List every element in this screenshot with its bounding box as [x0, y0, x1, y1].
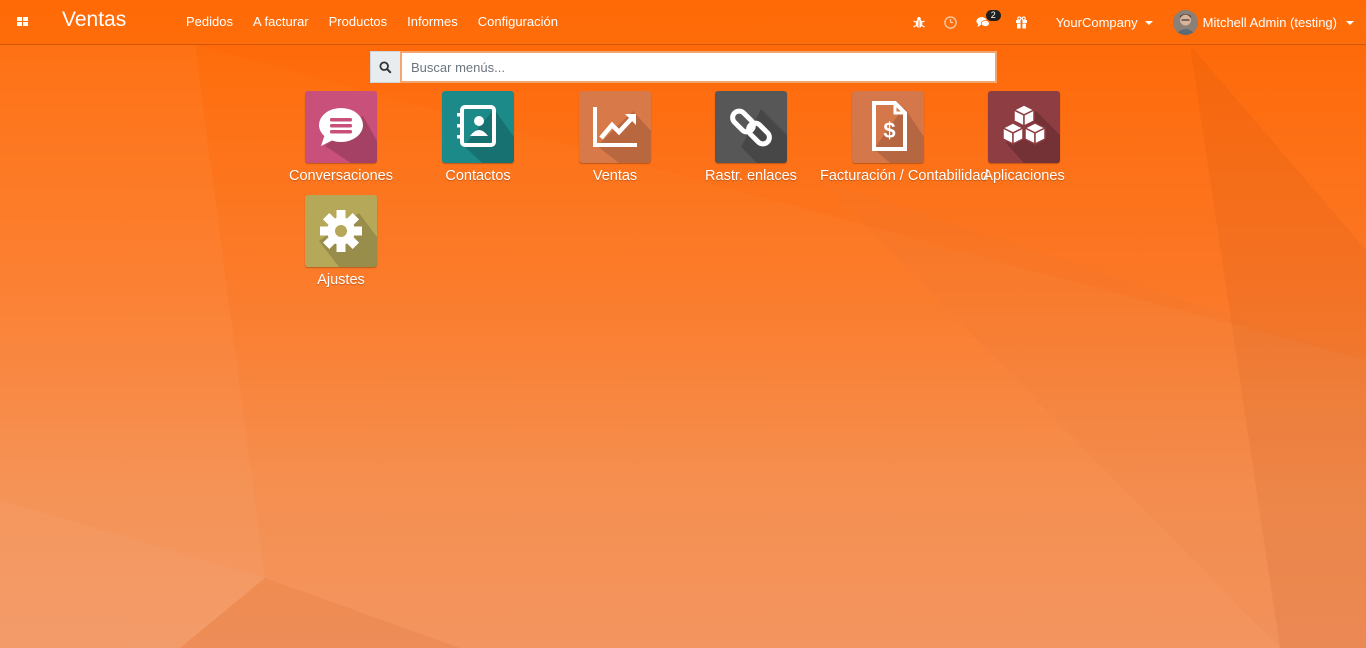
app-icon-tile: $ — [852, 91, 924, 163]
app-icon-tile — [442, 91, 514, 163]
link-icon — [730, 108, 787, 163]
svg-text:$: $ — [883, 118, 895, 143]
trending-chart-icon — [593, 107, 651, 163]
app-aplicaciones[interactable]: Aplicaciones — [956, 91, 1092, 191]
chat-bubble-icon — [319, 108, 377, 163]
app-contactos[interactable]: Contactos — [410, 91, 546, 191]
activity-clock-icon[interactable] — [944, 15, 958, 29]
menu-item-configuracion[interactable]: Configuración — [468, 0, 568, 44]
top-navbar: Ventas Pedidos A facturar Productos Info… — [0, 0, 1366, 45]
app-conversaciones[interactable]: Conversaciones — [273, 91, 409, 191]
app-label: Rastr. enlaces — [705, 168, 797, 184]
caret-down-icon — [1144, 20, 1153, 25]
apps-grid-icon[interactable] — [17, 15, 29, 27]
app-icon-tile — [305, 91, 377, 163]
app-rastr-enlaces[interactable]: Rastr. enlaces — [683, 91, 819, 191]
cubes-icon — [1001, 104, 1060, 163]
menu-search — [370, 51, 997, 83]
app-ajustes[interactable]: Ajustes — [273, 195, 409, 295]
caret-down-icon — [1346, 20, 1354, 25]
app-title[interactable]: Ventas — [62, 8, 126, 32]
app-icon-tile — [305, 195, 377, 267]
app-label: Contactos — [445, 168, 511, 184]
app-label: Conversaciones — [289, 168, 393, 184]
messages-chat-icon[interactable]: 2 — [976, 10, 1001, 29]
invoice-dollar-icon: $ — [872, 101, 924, 163]
menu-item-pedidos[interactable]: Pedidos — [176, 0, 243, 44]
address-book-icon — [457, 105, 514, 163]
search-icon — [370, 51, 400, 83]
app-label: Facturación / Contabilidad — [820, 168, 989, 184]
app-ventas[interactable]: Ventas — [547, 91, 683, 191]
main-menu: Pedidos A facturar Productos Informes Co… — [176, 0, 568, 44]
systray: 2 YourCompany Mitchell Admin (testing) — [903, 0, 1366, 44]
user-name: Mitchell Admin (testing) — [1202, 14, 1337, 30]
company-name: YourCompany — [1055, 14, 1138, 30]
app-icon-tile — [988, 91, 1060, 163]
app-icon-tile — [715, 91, 787, 163]
debug-bug-icon[interactable] — [912, 15, 926, 29]
app-icon-tile — [579, 91, 651, 163]
search-input[interactable] — [400, 51, 997, 83]
app-label: Ajustes — [317, 272, 365, 288]
company-switcher[interactable]: YourCompany — [1056, 15, 1153, 30]
gift-icon[interactable] — [1015, 15, 1029, 29]
app-label: Ventas — [592, 168, 638, 184]
app-facturacion-contabilidad[interactable]: $ Facturación / Contabilidad — [820, 91, 989, 191]
menu-item-productos[interactable]: Productos — [319, 0, 398, 44]
gear-icon — [319, 210, 377, 267]
avatar — [1172, 9, 1198, 35]
menu-item-a-facturar[interactable]: A facturar — [243, 0, 319, 44]
menu-item-informes[interactable]: Informes — [397, 0, 468, 44]
app-label: Aplicaciones — [983, 168, 1065, 184]
user-menu[interactable]: Mitchell Admin (testing) — [1172, 9, 1354, 35]
messages-badge: 2 — [985, 10, 1001, 21]
